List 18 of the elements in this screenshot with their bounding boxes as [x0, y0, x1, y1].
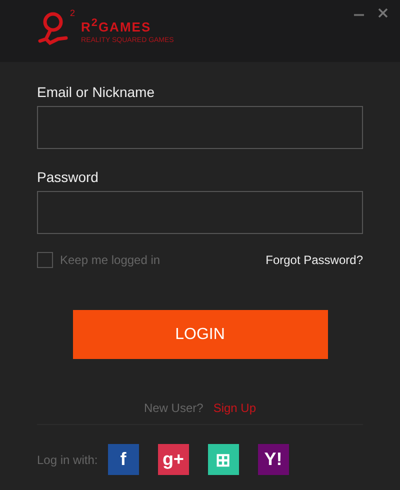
login-button[interactable]: LOGIN: [72, 310, 328, 359]
sign-up-link[interactable]: Sign Up: [213, 401, 256, 415]
logo-name: R$^{2}$GAMES: [81, 16, 152, 34]
checkbox[interactable]: [37, 252, 53, 268]
social-login-button[interactable]: g+: [158, 444, 189, 475]
new-user-text: New User?: [144, 401, 204, 415]
close-icon[interactable]: [378, 8, 388, 18]
field-label: Email or Nickname: [37, 84, 156, 100]
social-login-button[interactable]: Y!: [258, 444, 289, 475]
input-field[interactable]: [37, 191, 363, 234]
runner-logo-icon: [36, 12, 70, 48]
field-label: Password: [37, 169, 100, 185]
forgot-password-link[interactable]: Forgot Password?: [266, 253, 363, 267]
social-login-button[interactable]: f: [108, 444, 139, 475]
log-in-with-label: Log in with:: [37, 452, 98, 466]
logo-superscript: 2: [70, 8, 76, 18]
input-field[interactable]: [37, 106, 363, 149]
checkbox-label[interactable]: Keep me logged in: [60, 253, 160, 267]
